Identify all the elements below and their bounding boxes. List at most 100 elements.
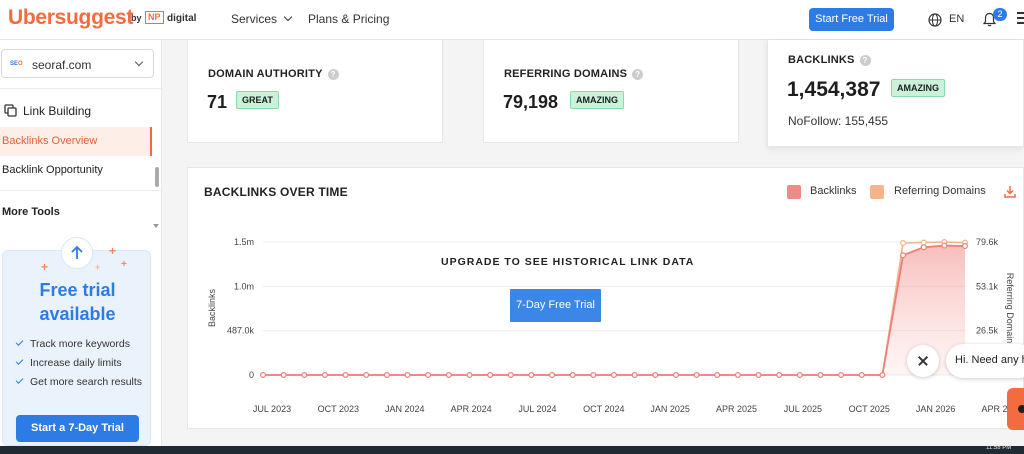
x-tick-label: OCT 2025 (849, 404, 890, 414)
backlinks-point (301, 372, 308, 379)
check-icon (15, 357, 24, 365)
top-navigation: Ubersuggest by NP digital Services Plans… (0, 0, 1024, 40)
y-axis-title: Backlinks (207, 288, 217, 327)
backlinks-point (611, 372, 618, 379)
trial-title-line1: Free trial (39, 280, 116, 300)
backlinks-chart: 1.5m 1.0m 487.0k 0 79.6k 53.1k 26.5k Backlinks R… (207, 237, 1023, 414)
backlinks-point (631, 372, 638, 379)
backlinks-point (363, 372, 370, 379)
chat-close-button[interactable] (907, 345, 939, 377)
check-icon (15, 338, 24, 346)
divider (0, 190, 161, 191)
sparkle-icon: + (41, 260, 49, 274)
sparkle-icon: + (95, 262, 101, 272)
notification-badge: 2 (993, 8, 1007, 21)
backlinks-point (858, 372, 865, 379)
backlinks-point (796, 372, 803, 379)
x-tick-label: JAN 2026 (916, 404, 956, 414)
np-logo: NP (145, 11, 164, 24)
backlinks-point (693, 372, 700, 379)
logo-by: by (131, 13, 142, 23)
backlinks-point (900, 252, 907, 259)
section-title-link-building[interactable]: Link Building (23, 104, 91, 118)
backlinks-over-time-panel: BACKLINKS OVER TIME Backlinks Referring … (187, 167, 1024, 429)
backlinks-point (445, 372, 452, 379)
x-tick-label: JUL 2024 (518, 404, 556, 414)
start-7-day-trial-button[interactable]: Start a 7-Day Trial (16, 415, 139, 442)
domain-authority-card: DOMAIN AUTHORITY? 71 GREAT (187, 40, 443, 143)
link-building-icon (4, 104, 17, 117)
backlinks-badge: AMAZING (891, 79, 945, 97)
backlinks-point (734, 372, 741, 379)
taskbar: 11:58 PM (0, 445, 1024, 454)
referring-domains-point (920, 239, 927, 246)
taskbar-clock: 11:58 PM (986, 445, 1012, 451)
x-tick-label: JUL 2025 (784, 404, 822, 414)
domain-authority-badge: GREAT (236, 91, 279, 109)
backlinks-point (941, 242, 948, 249)
referring-domains-label: REFERRING DOMAINS? (504, 68, 644, 80)
7-day-free-trial-button[interactable]: 7-Day Free Trial (510, 289, 601, 322)
start-free-trial-button[interactable]: Start Free Trial (809, 8, 894, 31)
nav-plans-pricing[interactable]: Plans & Pricing (308, 12, 389, 26)
chat-greeting-bubble[interactable]: Hi. Need any h (946, 344, 1024, 378)
sidebar-item-backlink-opportunity[interactable]: Backlink Opportunity (2, 164, 103, 176)
referring-domains-point (900, 240, 907, 247)
y2-tick-label: 53.1k (976, 281, 999, 291)
backlinks-point (569, 372, 576, 379)
trial-title: Free trial available (3, 278, 152, 326)
x-tick-label: JAN 2024 (385, 404, 425, 414)
referring-domains-value: 79,198 (503, 92, 559, 112)
trial-feature: Get more search results (15, 375, 150, 390)
x-tick-label: JAN 2025 (650, 404, 690, 414)
sidebar-scrollbar[interactable] (155, 167, 159, 187)
y2-tick-label: 26.5k (976, 326, 999, 336)
help-icon[interactable]: ? (327, 68, 339, 80)
domain-selector[interactable]: SEO seoraf.com (1, 49, 154, 78)
backlinks-value: 1,454,387 (787, 78, 881, 101)
backlinks-point (259, 372, 266, 379)
referring-domains-badge: AMAZING (570, 91, 624, 109)
backlinks-point (714, 372, 721, 379)
sidebar-item-backlinks-overview[interactable]: Backlinks Overview (0, 127, 152, 156)
backlinks-point (755, 372, 762, 379)
chevron-down-icon (134, 57, 144, 67)
backlinks-point (280, 372, 287, 379)
np-digital-text: digital (167, 13, 197, 24)
backlinks-card: BACKLINKS? 1,454,387 AMAZING NoFollow: 1… (767, 40, 1024, 147)
more-tools-heading[interactable]: More Tools (2, 206, 60, 218)
help-icon[interactable]: ? (859, 54, 871, 66)
ubersuggest-logo[interactable]: Ubersuggest (8, 6, 133, 30)
sparkle-icon: + (121, 259, 127, 270)
backlinks-point (879, 372, 886, 379)
chevron-down-icon (283, 12, 293, 22)
arrow-up-icon (61, 237, 93, 269)
hamburger-menu-icon[interactable] (1017, 12, 1024, 26)
globe-icon[interactable] (928, 13, 942, 27)
backlinks-point (590, 372, 597, 379)
backlinks-point (549, 372, 556, 379)
trial-feature-list: Track more keywords Increase daily limit… (15, 337, 150, 394)
backlinks-point (383, 372, 390, 379)
chat-launcher-icon[interactable] (1007, 388, 1024, 430)
y-tick-label: 487.0k (227, 326, 255, 336)
divider (0, 88, 161, 89)
backlinks-point (838, 372, 845, 379)
nav-services-menu[interactable]: Services (231, 12, 293, 26)
sidebar-item-label: Backlinks Overview (2, 135, 98, 147)
backlinks-point (404, 372, 411, 379)
backlinks-point (466, 372, 473, 379)
free-trial-card: + + + + Free trial available Track more … (2, 237, 152, 446)
domain-value: seoraf.com (32, 58, 92, 72)
trial-feature: Track more keywords (15, 337, 150, 352)
backlinks-point (342, 372, 349, 379)
check-icon (15, 376, 24, 384)
referring-domains-card: REFERRING DOMAINS? 79,198 AMAZING (483, 40, 739, 143)
help-icon[interactable]: ? (632, 68, 644, 80)
upgrade-message: UPGRADE TO SEE HISTORICAL LINK DATA (441, 256, 695, 268)
sidebar: SEO seoraf.com Link Building Backlinks O… (0, 40, 162, 446)
nav-services-label: Services (231, 12, 278, 26)
trial-feature-text: Track more keywords (30, 338, 130, 350)
language-selector[interactable]: EN (949, 13, 964, 25)
domain-authority-label: DOMAIN AUTHORITY? (208, 68, 339, 80)
